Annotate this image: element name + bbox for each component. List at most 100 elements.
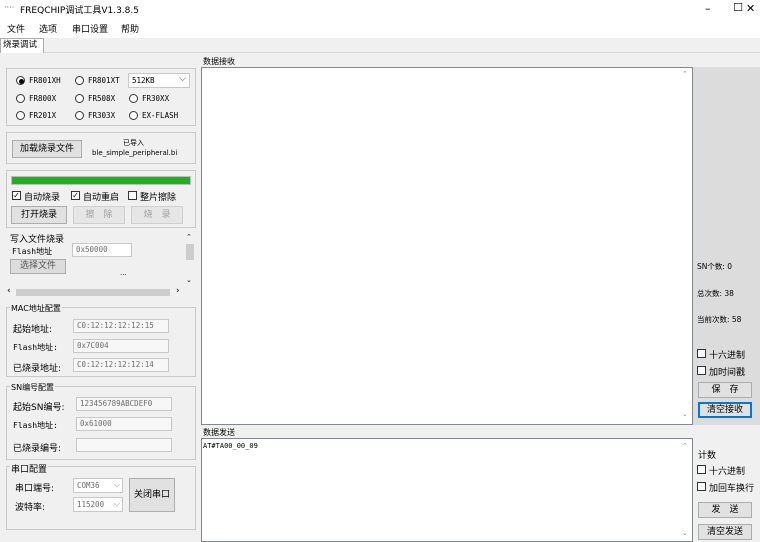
recv-hex-checkbox[interactable] <box>697 349 706 358</box>
write-flash-label: Flash地址 <box>12 247 53 256</box>
auto-burn-checkbox[interactable]: ✓ <box>12 191 21 200</box>
radio-fr30xx[interactable] <box>129 94 138 103</box>
mac-flash-label: Flash地址: <box>13 343 58 352</box>
label-fr30xx: FR30XX <box>142 94 170 103</box>
sn-count: SN个数: 0 <box>697 262 733 271</box>
mac-start-label: 起始地址: <box>13 325 53 335</box>
full-erase-checkbox[interactable] <box>128 191 137 200</box>
write-file-group: 写入文件烧录 Flash地址 0x50000 选择文件 ... ⌃ ⌄ <box>6 232 196 288</box>
write-flash-input[interactable]: 0x50000 <box>72 243 132 257</box>
sn-flash-label: Flash地址: <box>13 421 58 430</box>
left-hscroll-thumb[interactable] <box>16 289 170 296</box>
maximize-button[interactable]: ☐ <box>728 1 748 14</box>
radio-fr508x[interactable] <box>75 94 84 103</box>
chevron-down-icon: ⌵ <box>113 480 120 489</box>
sn-flash-value: 0x61000 <box>80 419 112 428</box>
receive-side-panel: SN个数: 0 总次数: 38 当前次数: 58 十六进制 加时间戳 保 存 清… <box>693 67 760 425</box>
sn-start-label: 起始SN编号: <box>13 403 65 413</box>
label-fr801xt: FR801XT <box>88 76 120 85</box>
menu-help[interactable]: 帮助 <box>121 22 139 35</box>
progress-bar <box>11 176 191 185</box>
burn-button[interactable]: 烧 录 <box>131 206 183 224</box>
serial-baud-select[interactable]: 115200 ⌵ <box>73 497 123 512</box>
crlf-checkbox[interactable] <box>697 482 706 491</box>
clear-send-button[interactable]: 清空发送 <box>698 524 752 540</box>
serial-port-select[interactable]: COM36 ⌵ <box>73 478 123 493</box>
radio-fr201x[interactable] <box>16 111 25 120</box>
write-file-title: 写入文件烧录 <box>10 235 65 245</box>
radio-fr303x[interactable] <box>75 111 84 120</box>
send-area[interactable]: AT#TA00_00_09 ⌃ ⌄ <box>201 438 693 542</box>
select-file-button[interactable]: 选择文件 <box>10 259 66 274</box>
radio-fr800x[interactable] <box>16 94 25 103</box>
flash-size-select[interactable]: 512KB ⌵ <box>128 73 190 88</box>
chevron-down-icon: ⌵ <box>113 499 120 508</box>
mac-flash-value: 0x7C004 <box>77 341 109 350</box>
app-icon: ···· <box>4 3 15 12</box>
send-content: AT#TA00_00_09 <box>203 442 258 450</box>
menu-serial-settings[interactable]: 串口设置 <box>72 22 108 35</box>
send-button[interactable]: 发 送 <box>698 502 752 518</box>
auto-restart-checkbox[interactable]: ✓ <box>71 191 80 200</box>
sn-burned-input[interactable] <box>76 438 172 452</box>
close-serial-button[interactable]: 关闭串口 <box>129 478 175 512</box>
menu-bar: 文件 选项 串口设置 帮助 <box>0 18 760 38</box>
save-button[interactable]: 保 存 <box>698 382 752 398</box>
scroll-down-icon[interactable]: ⌄ <box>186 276 192 284</box>
minimize-button[interactable]: – <box>705 2 711 15</box>
send-hex-checkbox[interactable] <box>697 465 706 474</box>
scroll-left-icon[interactable]: ‹ <box>7 286 11 296</box>
close-button[interactable]: ✕ <box>746 2 755 15</box>
write-ellipsis: ... <box>120 269 127 277</box>
sn-burned-label: 已烧录编号: <box>13 444 62 454</box>
mac-start-input[interactable]: C0:12:12:12:12:15 <box>73 319 169 333</box>
total-count: 总次数: 38 <box>697 289 734 298</box>
load-filename: ble_simple_peripheral.bi <box>92 149 178 157</box>
serial-port-label: 串口端号: <box>15 484 55 494</box>
mac-flash-input[interactable]: 0x7C004 <box>73 339 169 353</box>
send-title: 数据发送 <box>203 428 235 437</box>
radio-ex-flash[interactable] <box>129 111 138 120</box>
clear-receive-button[interactable]: 清空接收 <box>698 402 752 418</box>
write-flash-value: 0x50000 <box>76 245 108 254</box>
scroll-right-icon[interactable]: › <box>176 286 180 296</box>
menu-options[interactable]: 选项 <box>39 22 57 35</box>
radio-fr801xt[interactable] <box>75 76 84 85</box>
chevron-down-icon: ⌵ <box>179 74 186 84</box>
open-burn-button[interactable]: 打开烧录 <box>11 206 67 224</box>
sn-start-input[interactable]: 123456789ABCDEF0 <box>76 397 172 411</box>
scroll-up-icon[interactable]: ⌃ <box>186 233 192 241</box>
left-hscrollbar[interactable]: ‹ › <box>6 286 186 298</box>
load-file-button[interactable]: 加载烧录文件 <box>12 140 82 158</box>
tab-burn-debug[interactable]: 烧录调试 <box>0 38 44 53</box>
receive-title: 数据接收 <box>203 57 235 66</box>
send-side-panel: 计数 十六进制 加回车换行 发 送 清空发送 <box>693 438 760 542</box>
send-vscrollbar[interactable]: ⌃ ⌄ <box>680 439 692 541</box>
erase-button[interactable]: 擦 除 <box>73 206 125 224</box>
label-fr201x: FR201X <box>29 111 57 120</box>
label-ex-flash: EX-FLASH <box>142 111 179 120</box>
sn-flash-input[interactable]: 0x61000 <box>76 417 172 431</box>
sn-start-value: 123456789ABCDEF0 <box>80 399 153 408</box>
crlf-label: 加回车换行 <box>709 484 755 494</box>
timestamp-checkbox[interactable] <box>697 366 706 375</box>
scroll-down-icon[interactable]: ⌄ <box>682 410 688 418</box>
send-count-label: 计数 <box>698 451 717 461</box>
menu-file[interactable]: 文件 <box>7 22 25 35</box>
receive-vscrollbar[interactable]: ⌃ ⌄ <box>680 68 692 424</box>
scroll-up-icon[interactable]: ⌃ <box>682 442 688 450</box>
send-hex-label: 十六进制 <box>709 467 746 477</box>
write-vscrollbar[interactable]: ⌃ ⌄ <box>184 232 196 288</box>
scroll-up-icon[interactable]: ⌃ <box>682 70 688 78</box>
write-vscroll-thumb[interactable] <box>186 244 194 260</box>
receive-area[interactable]: ⌃ ⌄ <box>201 67 693 425</box>
scroll-down-icon[interactable]: ⌄ <box>682 529 688 537</box>
radio-fr801xh[interactable] <box>16 76 25 85</box>
sn-group: SN编号配置 起始SN编号: 123456789ABCDEF0 Flash地址:… <box>6 382 196 460</box>
label-fr303x: FR303X <box>88 111 116 120</box>
label-fr801xh: FR801XH <box>29 76 61 85</box>
current-count: 当前次数: 58 <box>697 315 742 324</box>
tab-strip <box>0 38 760 53</box>
mac-burned-input[interactable]: C0:12:12:12:12:14 <box>73 358 169 372</box>
sn-title: SN编号配置 <box>10 382 56 393</box>
